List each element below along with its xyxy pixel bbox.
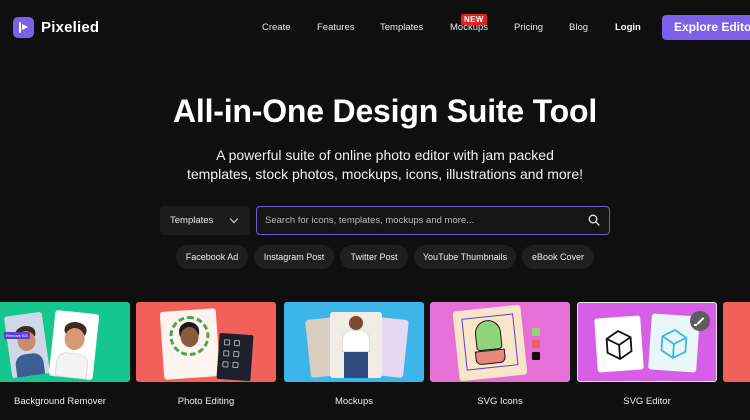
card-label-background-remover[interactable]: Background Remover [0,396,140,407]
card-photo-editing[interactable] [136,302,276,382]
card-svg-icons[interactable] [430,302,570,382]
tool-icon [232,361,239,369]
nav-link-features[interactable]: Features [317,22,355,33]
nav-link-templates[interactable]: Templates [380,22,423,33]
card-label-svg-editor[interactable]: SVG Editor [567,396,727,407]
card-background-remover[interactable]: Remove BG [0,302,130,382]
card-partial-next[interactable] [723,302,750,382]
edited-photo [159,308,221,380]
cube-icon [605,330,633,360]
tools-panel [216,332,254,382]
nav-link-blog[interactable]: Blog [569,22,588,33]
before-photo [3,311,51,379]
card-label-photo-editing[interactable]: Photo Editing [126,396,286,407]
color-swatch-green [532,328,540,336]
card-mockups[interactable] [284,302,424,382]
nav-link-create[interactable]: Create [262,22,291,33]
category-dropdown-value: Templates [170,215,214,226]
hero-subtitle-line-1: A powerful suite of online photo editor … [216,147,554,163]
pixelied-logo-icon [13,17,34,38]
tool-icon [223,350,230,357]
search-input[interactable] [257,207,567,233]
cube-card-left [594,315,644,373]
color-swatch-red [532,340,540,348]
white-tshirt [342,330,370,352]
chip-youtube-thumbnails[interactable]: YouTube Thumbnails [414,245,516,269]
card-svg-editor[interactable] [577,302,717,382]
hero-subtitle: A powerful suite of online photo editor … [0,146,750,184]
chip-facebook-ad[interactable]: Facebook Ad [176,245,248,269]
tool-icon [233,339,241,347]
pencil-icon[interactable] [690,311,710,331]
login-link[interactable]: Login [615,22,641,33]
category-dropdown[interactable]: Templates [160,206,250,235]
logo-text: Pixelied [41,19,100,36]
search-icon[interactable] [588,214,600,226]
feature-cards: Remove BG Background Remover Photo Editi… [0,302,750,420]
remove-bg-tag: Remove BG [4,332,30,339]
person-shirt [54,351,90,380]
person-face [349,316,363,330]
search-field[interactable] [256,206,610,235]
chip-instagram-post[interactable]: Instagram Post [254,245,334,269]
chip-ebook-cover[interactable]: eBook Cover [522,245,594,269]
nav-link-pricing[interactable]: Pricing [514,22,543,33]
tool-icon [233,350,240,358]
explore-editor-button[interactable]: Explore Editor [662,15,750,40]
logo[interactable]: Pixelied [13,17,99,38]
person-shirt [14,351,46,378]
hero-subtitle-line-2: templates, stock photos, mockups, icons,… [186,166,584,182]
mockup-photo-main [330,312,382,378]
card-label-svg-icons[interactable]: SVG Icons [420,396,580,407]
top-navigation: Pixelied Create Features Templates Mocku… [0,0,750,56]
hero-title: All-in-One Design Suite Tool [172,93,598,129]
chip-twitter-post[interactable]: Twitter Post [340,245,408,269]
jeans [344,352,368,378]
chevron-down-icon [229,214,239,224]
card-label-mockups[interactable]: Mockups [274,396,434,407]
color-swatch-black [532,352,540,360]
new-badge: NEW [461,14,487,25]
tool-icon [223,339,231,346]
tool-icon [222,361,229,368]
svg-icon-canvas [452,304,528,382]
after-photo [48,309,100,381]
